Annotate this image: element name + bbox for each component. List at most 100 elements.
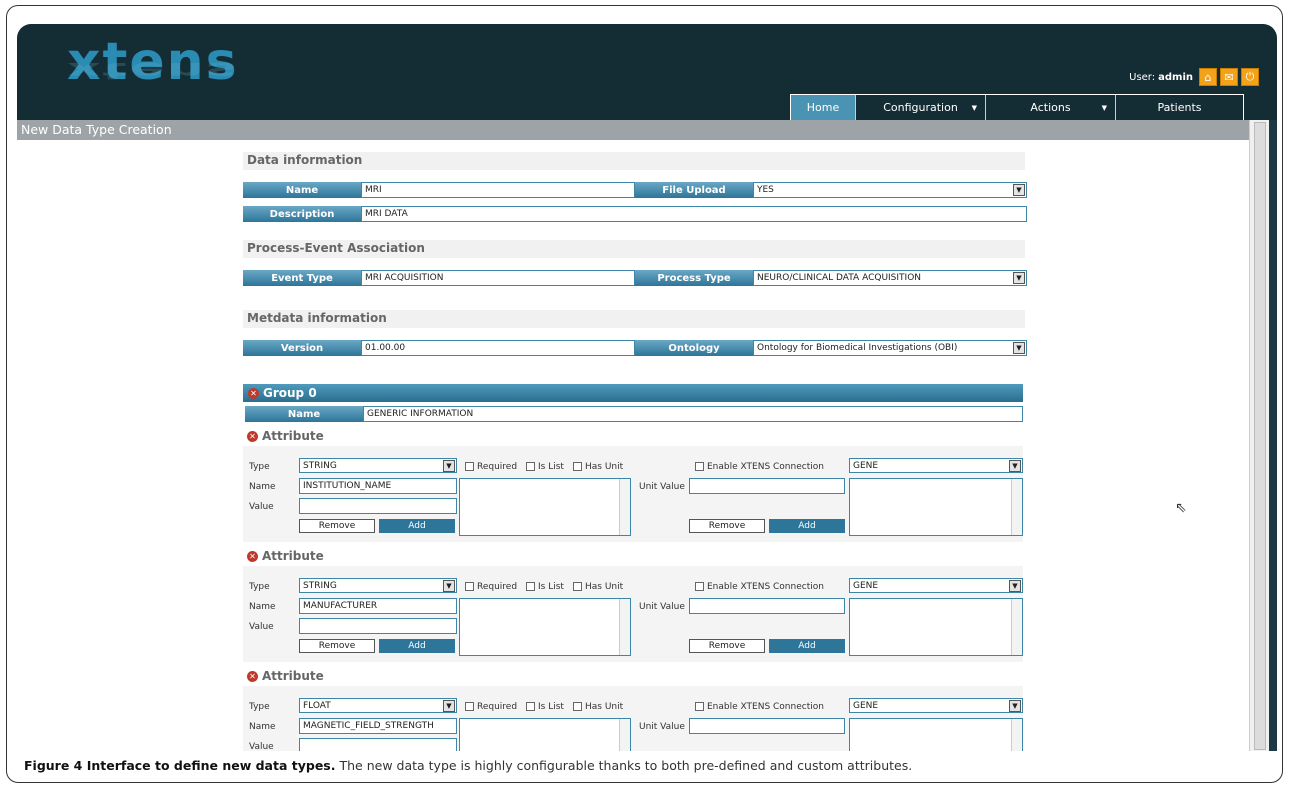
- dropdown-arrow-icon: ▼: [443, 460, 455, 472]
- figure-frame: xtens xtens User: admin ⌂ ✉ ⏻ Home Config…: [6, 5, 1283, 783]
- attribute-value-input[interactable]: [299, 738, 457, 751]
- connection-select[interactable]: GENE ▼: [849, 578, 1023, 593]
- is-list-checkbox[interactable]: Is List: [526, 702, 564, 712]
- enable-connection-checkbox[interactable]: Enable XTENS Connection: [695, 582, 824, 592]
- attribute-list: ✕ Attribute Type STRING ▼ Required Is List…: [243, 426, 1033, 751]
- user-name: admin: [1158, 71, 1193, 83]
- add-unit-button[interactable]: Add: [769, 519, 845, 533]
- group-name-label: Name: [245, 406, 363, 422]
- required-checkbox[interactable]: Required: [465, 582, 517, 592]
- description-input[interactable]: MRI DATA: [361, 206, 1027, 222]
- description-label: Description: [243, 206, 361, 222]
- nav-patients[interactable]: Patients: [1115, 95, 1243, 120]
- right-edge: [1269, 120, 1277, 751]
- value-list-textarea[interactable]: [459, 598, 631, 656]
- ontology-select[interactable]: Ontology for Biomedical Investigations (…: [753, 340, 1027, 356]
- value-list-textarea[interactable]: [459, 478, 631, 536]
- user-prefix: User:: [1129, 71, 1156, 83]
- unit-value-input[interactable]: [689, 478, 845, 494]
- connection-list-textarea[interactable]: [849, 478, 1023, 536]
- connection-list-textarea[interactable]: [849, 598, 1023, 656]
- attribute-block: Type FLOAT ▼ Required Is List Has Unit En…: [243, 686, 1023, 751]
- dropdown-arrow-icon: ▼: [1009, 460, 1021, 472]
- connection-select[interactable]: GENE ▼: [849, 458, 1023, 473]
- version-label: Version: [243, 340, 361, 356]
- process-type-label: Process Type: [635, 270, 753, 286]
- attribute-type-select[interactable]: STRING ▼: [299, 578, 457, 593]
- add-value-button[interactable]: Add: [379, 519, 455, 533]
- file-upload-select[interactable]: YES ▼: [753, 182, 1027, 198]
- attribute-value-input[interactable]: [299, 618, 457, 634]
- remove-unit-button[interactable]: Remove: [689, 519, 765, 533]
- remove-value-button[interactable]: Remove: [299, 519, 375, 533]
- dropdown-arrow-icon: ▼: [443, 580, 455, 592]
- remove-unit-button[interactable]: Remove: [689, 639, 765, 653]
- user-area: User: admin ⌂ ✉ ⏻: [1129, 68, 1259, 86]
- attribute-name-input[interactable]: MANUFACTURER: [299, 598, 457, 614]
- name-label: Name: [249, 722, 276, 732]
- remove-attribute-icon[interactable]: ✕: [247, 430, 258, 442]
- is-list-checkbox[interactable]: Is List: [526, 462, 564, 472]
- attribute-block: Type STRING ▼ Required Is List Has Unit E…: [243, 446, 1023, 542]
- type-label: Type: [249, 582, 270, 592]
- dropdown-arrow-icon: ▼: [1013, 184, 1025, 196]
- connection-select[interactable]: GENE ▼: [849, 698, 1023, 713]
- attribute-type-select[interactable]: FLOAT ▼: [299, 698, 457, 713]
- unit-value-input[interactable]: [689, 718, 845, 734]
- attribute-name-input[interactable]: INSTITUTION_NAME: [299, 478, 457, 494]
- name-input[interactable]: MRI: [361, 182, 635, 198]
- has-unit-checkbox[interactable]: Has Unit: [573, 702, 623, 712]
- required-checkbox[interactable]: Required: [465, 462, 517, 472]
- top-bar: xtens xtens User: admin ⌂ ✉ ⏻ Home Config…: [17, 24, 1277, 120]
- enable-connection-checkbox[interactable]: Enable XTENS Connection: [695, 462, 824, 472]
- is-list-checkbox[interactable]: Is List: [526, 582, 564, 592]
- add-unit-button[interactable]: Add: [769, 639, 845, 653]
- connection-list-textarea[interactable]: [849, 718, 1023, 751]
- type-label: Type: [249, 462, 270, 472]
- dropdown-arrow-icon: ▼: [1009, 700, 1021, 712]
- unit-value-input[interactable]: [689, 598, 845, 614]
- group-name-input[interactable]: GENERIC INFORMATION: [363, 406, 1023, 422]
- section-metadata: Metdata information: [243, 310, 1025, 328]
- has-unit-checkbox[interactable]: Has Unit: [573, 582, 623, 592]
- unit-value-label: Unit Value: [639, 482, 685, 492]
- main-nav: Home Configuration ▼ Actions ▼ Patients: [790, 94, 1244, 120]
- power-icon[interactable]: ⏻: [1241, 68, 1259, 86]
- version-input[interactable]: 01.00.00: [361, 340, 635, 356]
- figure-caption: Figure 4 Interface to define new data ty…: [24, 758, 913, 773]
- app-screen: xtens xtens User: admin ⌂ ✉ ⏻ Home Config…: [17, 24, 1277, 751]
- nav-home[interactable]: Home: [791, 95, 855, 120]
- remove-group-icon[interactable]: ✕: [248, 387, 259, 399]
- value-label: Value: [249, 502, 274, 512]
- process-type-select[interactable]: NEURO/CLINICAL DATA ACQUISITION ▼: [753, 270, 1027, 286]
- dropdown-arrow-icon: ▼: [1009, 580, 1021, 592]
- nav-configuration[interactable]: Configuration ▼: [855, 95, 985, 120]
- name-label: Name: [249, 482, 276, 492]
- has-unit-checkbox[interactable]: Has Unit: [573, 462, 623, 472]
- event-type-input[interactable]: MRI ACQUISITION: [361, 270, 635, 286]
- attribute-type-select[interactable]: STRING ▼: [299, 458, 457, 473]
- value-label: Value: [249, 622, 274, 632]
- vertical-scrollbar[interactable]: [1249, 120, 1269, 751]
- attribute-value-input[interactable]: [299, 498, 457, 514]
- required-checkbox[interactable]: Required: [465, 702, 517, 712]
- dropdown-arrow-icon: ▼: [1013, 272, 1025, 284]
- dropdown-arrow-icon: ▼: [1013, 342, 1025, 354]
- mail-icon[interactable]: ✉: [1220, 68, 1238, 86]
- attribute-name-input[interactable]: MAGNETIC_FIELD_STRENGTH: [299, 718, 457, 734]
- value-list-textarea[interactable]: [459, 718, 631, 751]
- remove-attribute-icon[interactable]: ✕: [247, 550, 258, 562]
- attribute-heading: ✕ Attribute: [247, 546, 1033, 566]
- form-content: Data information Name MRI File Upload YE…: [243, 152, 1033, 751]
- add-value-button[interactable]: Add: [379, 639, 455, 653]
- remove-attribute-icon[interactable]: ✕: [247, 670, 258, 682]
- home-icon[interactable]: ⌂: [1199, 68, 1217, 86]
- type-label: Type: [249, 702, 270, 712]
- value-label: Value: [249, 742, 274, 751]
- unit-value-label: Unit Value: [639, 602, 685, 612]
- dropdown-arrow-icon: ▼: [443, 700, 455, 712]
- enable-connection-checkbox[interactable]: Enable XTENS Connection: [695, 702, 824, 712]
- file-upload-label: File Upload: [635, 182, 753, 198]
- remove-value-button[interactable]: Remove: [299, 639, 375, 653]
- nav-actions[interactable]: Actions ▼: [985, 95, 1115, 120]
